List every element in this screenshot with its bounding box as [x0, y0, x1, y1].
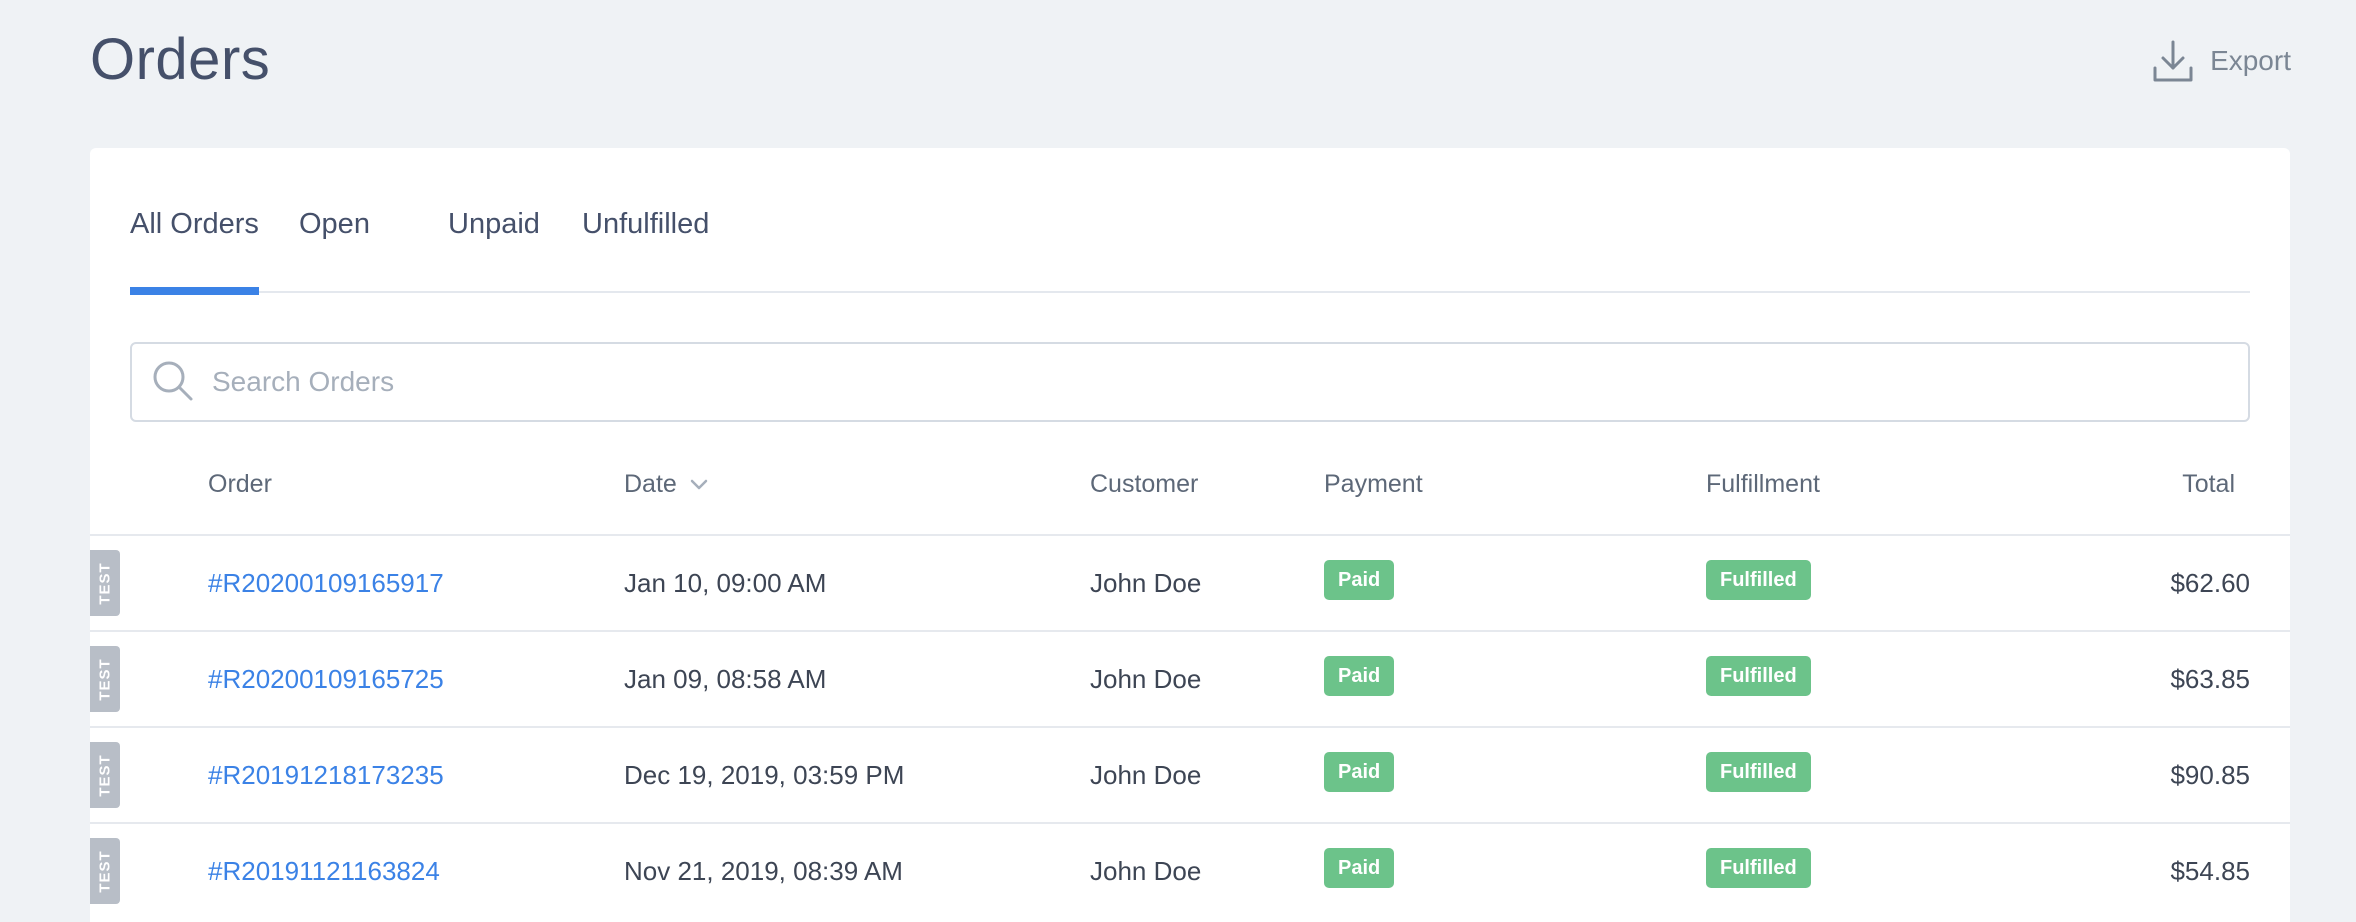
order-customer: John Doe: [1090, 760, 1202, 790]
order-link[interactable]: #R20200109165917: [208, 568, 444, 599]
order-total: $90.85: [2170, 760, 2250, 790]
test-tag-label: TEST: [96, 561, 114, 605]
table-row[interactable]: TEST #R20191121163824 Nov 21, 2019, 08:3…: [90, 822, 2290, 918]
column-header-fulfillment: Fulfillment: [1706, 470, 1820, 498]
test-tag: TEST: [90, 646, 120, 712]
order-customer: John Doe: [1090, 856, 1202, 886]
tab-all-orders[interactable]: All Orders: [130, 208, 259, 295]
fulfillment-status-badge: Fulfilled: [1706, 848, 1811, 888]
order-link[interactable]: #R20200109165725: [208, 664, 444, 695]
order-customer: John Doe: [1090, 664, 1202, 694]
search-input[interactable]: [212, 344, 2212, 420]
table-row[interactable]: TEST #R20200109165725 Jan 09, 08:58 AM J…: [90, 630, 2290, 726]
order-total: $63.85: [2170, 664, 2250, 694]
payment-status-badge: Paid: [1324, 848, 1395, 888]
order-customer: John Doe: [1090, 568, 1202, 598]
column-header-date-label: Date: [624, 470, 677, 498]
test-tag: TEST: [90, 742, 120, 808]
order-total: $54.85: [2170, 856, 2250, 886]
test-tag-label: TEST: [96, 753, 114, 797]
order-link[interactable]: #R20191218173235: [208, 760, 444, 791]
table-row[interactable]: TEST #R20191218173235 Dec 19, 2019, 03:5…: [90, 726, 2290, 822]
order-date: Jan 09, 08:58 AM: [624, 664, 827, 694]
fulfillment-status-badge: Fulfilled: [1706, 656, 1811, 696]
orders-table-body: TEST #R20200109165917 Jan 10, 09:00 AM J…: [90, 534, 2290, 918]
order-date: Jan 10, 09:00 AM: [624, 568, 827, 598]
column-header-date[interactable]: Date: [624, 470, 709, 499]
column-header-payment: Payment: [1324, 470, 1423, 498]
export-label: Export: [2210, 45, 2291, 76]
orders-card: All Orders Open Unpaid Unfulfilled Order…: [90, 148, 2290, 922]
test-tag: TEST: [90, 550, 120, 616]
test-tag: TEST: [90, 838, 120, 904]
payment-status-badge: Paid: [1324, 752, 1395, 792]
test-tag-label: TEST: [96, 849, 114, 893]
column-header-customer: Customer: [1090, 470, 1199, 498]
payment-status-badge: Paid: [1324, 656, 1395, 696]
table-row[interactable]: TEST #R20200109165917 Jan 10, 09:00 AM J…: [90, 534, 2290, 630]
tab-open[interactable]: Open: [299, 208, 370, 293]
fulfillment-status-badge: Fulfilled: [1706, 560, 1811, 600]
column-header-order: Order: [208, 470, 272, 498]
chevron-down-icon: [689, 478, 709, 492]
order-date: Dec 19, 2019, 03:59 PM: [624, 760, 905, 790]
export-button[interactable]: Export: [2150, 38, 2291, 84]
search-box: [130, 342, 2250, 422]
tab-unpaid[interactable]: Unpaid: [448, 208, 540, 293]
payment-status-badge: Paid: [1324, 560, 1395, 600]
order-link[interactable]: #R20191121163824: [208, 856, 440, 887]
tab-unfulfilled[interactable]: Unfulfilled: [582, 208, 709, 293]
fulfillment-status-badge: Fulfilled: [1706, 752, 1811, 792]
column-header-total: Total: [2182, 470, 2235, 498]
orders-page: Orders Export All Orders Open Unpaid Unf…: [0, 0, 2356, 922]
page-title: Orders: [90, 27, 271, 92]
order-date: Nov 21, 2019, 08:39 AM: [624, 856, 903, 886]
download-icon: [2150, 38, 2196, 84]
test-tag-label: TEST: [96, 657, 114, 701]
order-total: $62.60: [2170, 568, 2250, 598]
order-tabs: All Orders Open Unpaid Unfulfilled: [130, 148, 2250, 295]
